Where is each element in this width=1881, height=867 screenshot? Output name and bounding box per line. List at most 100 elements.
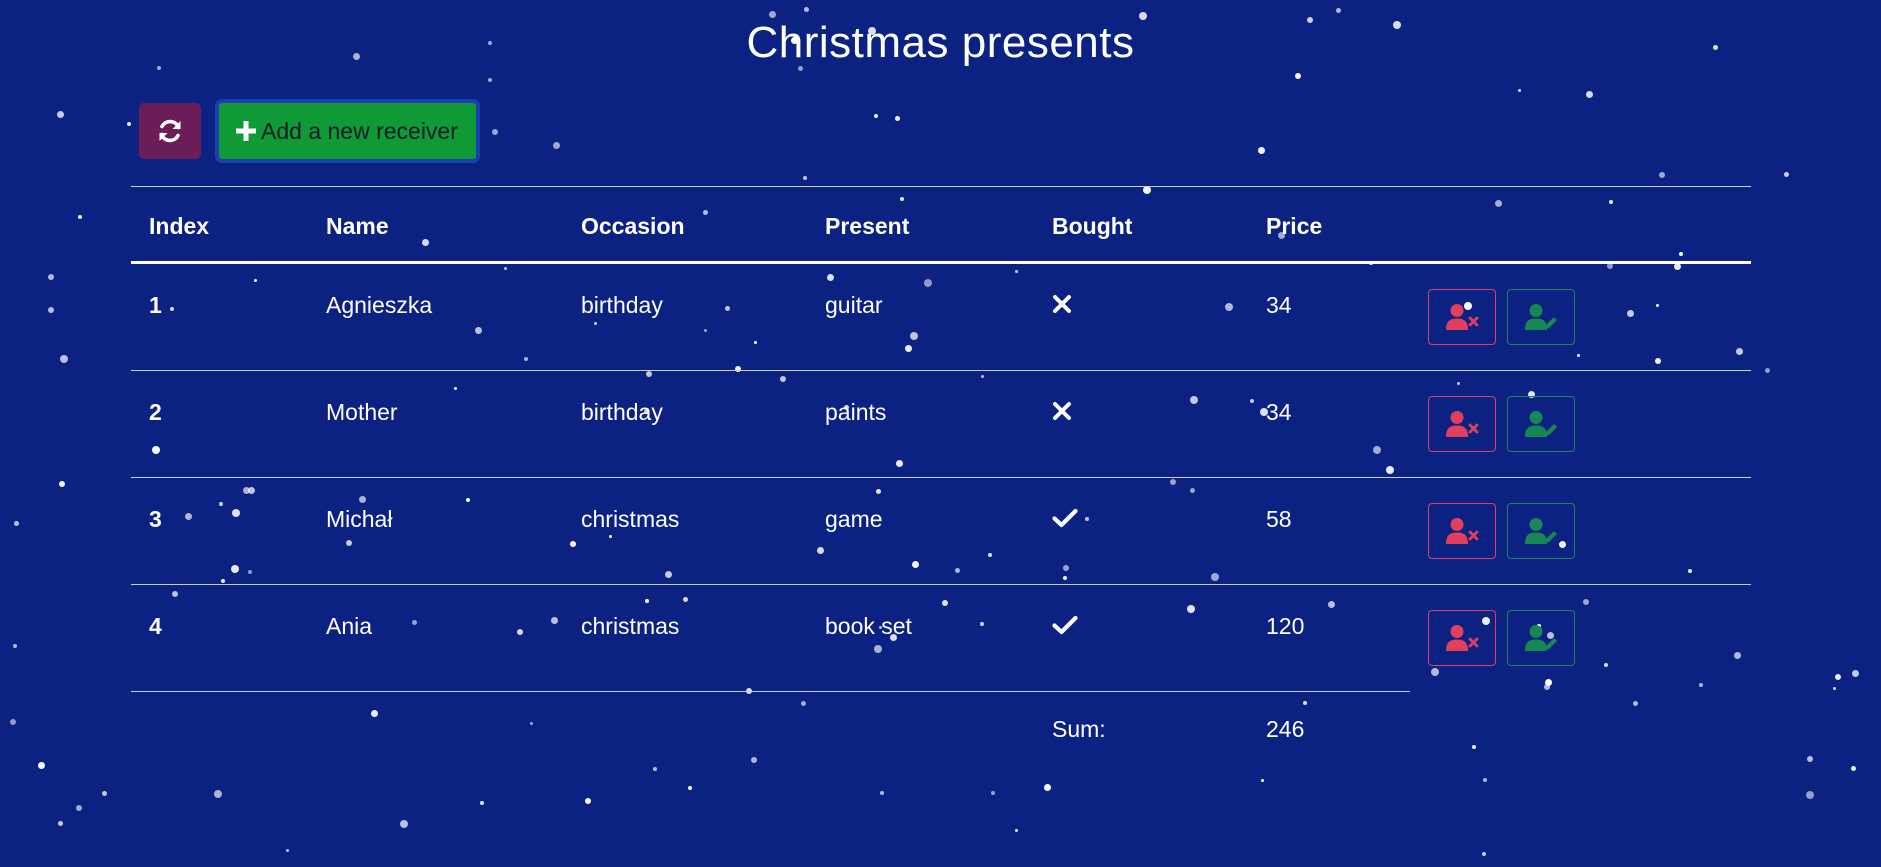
snowflake [1851, 766, 1856, 771]
row-actions [1428, 610, 1575, 666]
snowflake [1482, 852, 1486, 856]
user-edit-icon [1524, 517, 1558, 545]
snowflake [1015, 829, 1018, 832]
table-row: 1 Agnieszka birthday guitar 34 [131, 264, 1751, 371]
edit-receiver-button[interactable] [1507, 289, 1575, 345]
delete-receiver-button[interactable] [1428, 396, 1496, 452]
user-remove-icon [1445, 517, 1479, 545]
snowflake [1586, 91, 1593, 98]
snowflake [1833, 687, 1836, 690]
snowflake [769, 11, 776, 18]
snowflake [553, 142, 560, 149]
snowflake [1044, 784, 1051, 791]
header-price: Price [1266, 213, 1323, 239]
table-header-row: Index Name Occasion Present Bought Price [131, 186, 1751, 264]
delete-receiver-button[interactable] [1428, 289, 1496, 345]
row-price: 34 [1266, 399, 1292, 425]
row-name: Mother [326, 399, 398, 425]
snowflake [60, 355, 68, 363]
snowflake [78, 215, 82, 219]
snowflake [1295, 73, 1301, 79]
snowflake [1765, 368, 1770, 373]
snowflake [59, 481, 65, 487]
snowflake [874, 114, 878, 118]
row-present: paints [825, 399, 887, 425]
snowflake [48, 274, 54, 280]
snowflake [585, 798, 591, 804]
snowflake [48, 307, 54, 313]
row-price: 58 [1266, 506, 1292, 532]
refresh-icon [157, 118, 183, 144]
edit-receiver-button[interactable] [1507, 396, 1575, 452]
row-index: 4 [149, 613, 162, 639]
user-remove-icon [1445, 410, 1479, 438]
row-occasion: birthday [581, 399, 663, 425]
snowflake [1835, 674, 1841, 680]
snowflake [38, 762, 45, 769]
header-present: Present [825, 213, 910, 239]
snowflake [1784, 172, 1789, 177]
user-edit-icon [1524, 624, 1558, 652]
snowflake [1807, 756, 1813, 762]
page-title: Christmas presents [746, 18, 1135, 67]
edit-receiver-button[interactable] [1507, 610, 1575, 666]
user-edit-icon [1524, 410, 1558, 438]
snowflake [803, 176, 807, 180]
snowflake [76, 805, 82, 811]
sum-row: Sum: 246 [131, 691, 1751, 771]
snowflake [127, 122, 131, 126]
row-name: Ania [326, 613, 373, 639]
sum-value: 246 [1266, 716, 1305, 742]
refresh-button[interactable] [139, 103, 201, 159]
edit-receiver-button[interactable] [1507, 503, 1575, 559]
snowflake [804, 7, 809, 12]
snowflake [895, 116, 900, 121]
snowflake [102, 791, 107, 796]
snowflake [1518, 89, 1521, 92]
snowflake [1806, 791, 1814, 799]
row-occasion: christmas [581, 506, 680, 532]
snowflake [214, 790, 222, 798]
snowflake [480, 801, 484, 805]
cross-icon [1052, 399, 1072, 421]
snowflake [57, 111, 64, 118]
snowflake [14, 521, 19, 526]
row-present: guitar [825, 292, 883, 318]
check-icon [1052, 613, 1078, 635]
snowflake [286, 849, 289, 852]
cross-icon [1052, 292, 1072, 314]
row-price: 34 [1266, 292, 1292, 318]
snowflake [1659, 172, 1665, 178]
snowflake [13, 644, 17, 648]
snowflake [880, 791, 884, 795]
snowflake [1852, 670, 1859, 677]
presents-table: Index Name Occasion Present Bought Price… [131, 186, 1751, 771]
snowflake [991, 791, 995, 795]
row-actions [1428, 396, 1575, 452]
row-actions [1428, 289, 1575, 345]
row-price: 120 [1266, 613, 1305, 639]
toolbar: Add a new receiver [139, 99, 480, 163]
header-occasion: Occasion [581, 213, 685, 239]
snowflake [58, 821, 63, 826]
snowflake [10, 719, 16, 725]
user-remove-icon [1445, 303, 1479, 331]
snowflake [1336, 8, 1341, 13]
delete-receiver-button[interactable] [1428, 610, 1496, 666]
row-present: game [825, 506, 883, 532]
table-row: 2 Mother birthday paints 34 [131, 371, 1751, 478]
snowflake [1483, 778, 1487, 782]
snowflake [688, 786, 692, 790]
table-row: 3 Michał christmas game 58 [131, 478, 1751, 585]
row-index: 2 [149, 399, 162, 425]
row-present: book set [825, 613, 912, 639]
row-name: Michał [326, 506, 393, 532]
check-icon [1052, 506, 1078, 528]
snowflake [400, 820, 408, 828]
header-name: Name [326, 213, 389, 239]
delete-receiver-button[interactable] [1428, 503, 1496, 559]
user-remove-icon [1445, 624, 1479, 652]
snowflake [1258, 147, 1265, 154]
sum-label: Sum: [1052, 716, 1106, 742]
add-receiver-button[interactable]: Add a new receiver [215, 99, 480, 163]
